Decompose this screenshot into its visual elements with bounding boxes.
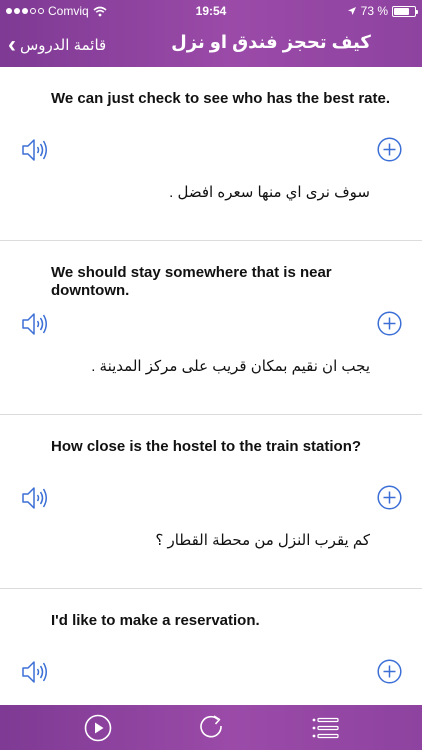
speaker-icon[interactable] — [20, 483, 50, 513]
phrase-list[interactable]: We can just check to see who has the bes… — [0, 67, 422, 705]
back-button[interactable]: ‹ قائمة الدروس — [8, 31, 106, 59]
list-menu-icon[interactable] — [310, 713, 340, 743]
arabic-translation: سوف نرى اي منها سعره افضل . — [169, 184, 370, 201]
plus-circle-icon[interactable] — [377, 311, 402, 336]
bottom-toolbar — [0, 705, 422, 750]
back-button-label: قائمة الدروس — [20, 37, 107, 54]
phrase-item: We can just check to see who has the bes… — [0, 67, 422, 241]
english-phrase: How close is the hostel to the train sta… — [51, 438, 362, 455]
phrase-item: I'd like to make a reservation. — [0, 589, 422, 705]
nav-bar: ‹ قائمة الدروس كيف تحجز فندق او نزل — [0, 22, 422, 67]
battery-level — [394, 7, 409, 15]
status-bar: Comviq 19:54 73 % — [0, 0, 422, 22]
page-title: كيف تحجز فندق او نزل — [171, 32, 371, 52]
english-phrase: We can just check to see who has the bes… — [51, 90, 391, 107]
speaker-icon[interactable] — [20, 657, 50, 687]
status-bar-right: 73 % — [347, 4, 418, 18]
phrase-item: We should stay somewhere that is near do… — [0, 241, 422, 415]
header: Comviq 19:54 73 % ‹ قائمة الدروس كيف تحج… — [0, 0, 422, 67]
play-icon[interactable] — [83, 713, 113, 743]
location-arrow-icon — [347, 7, 356, 15]
arabic-translation: يجب ان نقيم بمكان قريب على مركز المدينة … — [91, 358, 370, 375]
arabic-translation: كم يقرب النزل من محطة القطار ؟ — [155, 532, 370, 549]
chevron-left-icon: ‹ — [8, 31, 16, 58]
plus-circle-icon[interactable] — [377, 485, 402, 510]
plus-circle-icon[interactable] — [377, 659, 402, 684]
speaker-icon[interactable] — [20, 135, 50, 165]
phrase-item: How close is the hostel to the train sta… — [0, 415, 422, 589]
app-screen: Comviq 19:54 73 % ‹ قائمة الدروس كيف تحج… — [0, 0, 422, 750]
battery-percent: 73 % — [360, 4, 388, 18]
plus-circle-icon[interactable] — [377, 137, 402, 162]
repeat-icon[interactable] — [196, 711, 226, 741]
english-phrase: We should stay somewhere that is near do… — [51, 264, 332, 299]
english-phrase: I'd like to make a reservation. — [51, 612, 260, 629]
battery-icon — [392, 5, 418, 17]
speaker-icon[interactable] — [20, 309, 50, 339]
